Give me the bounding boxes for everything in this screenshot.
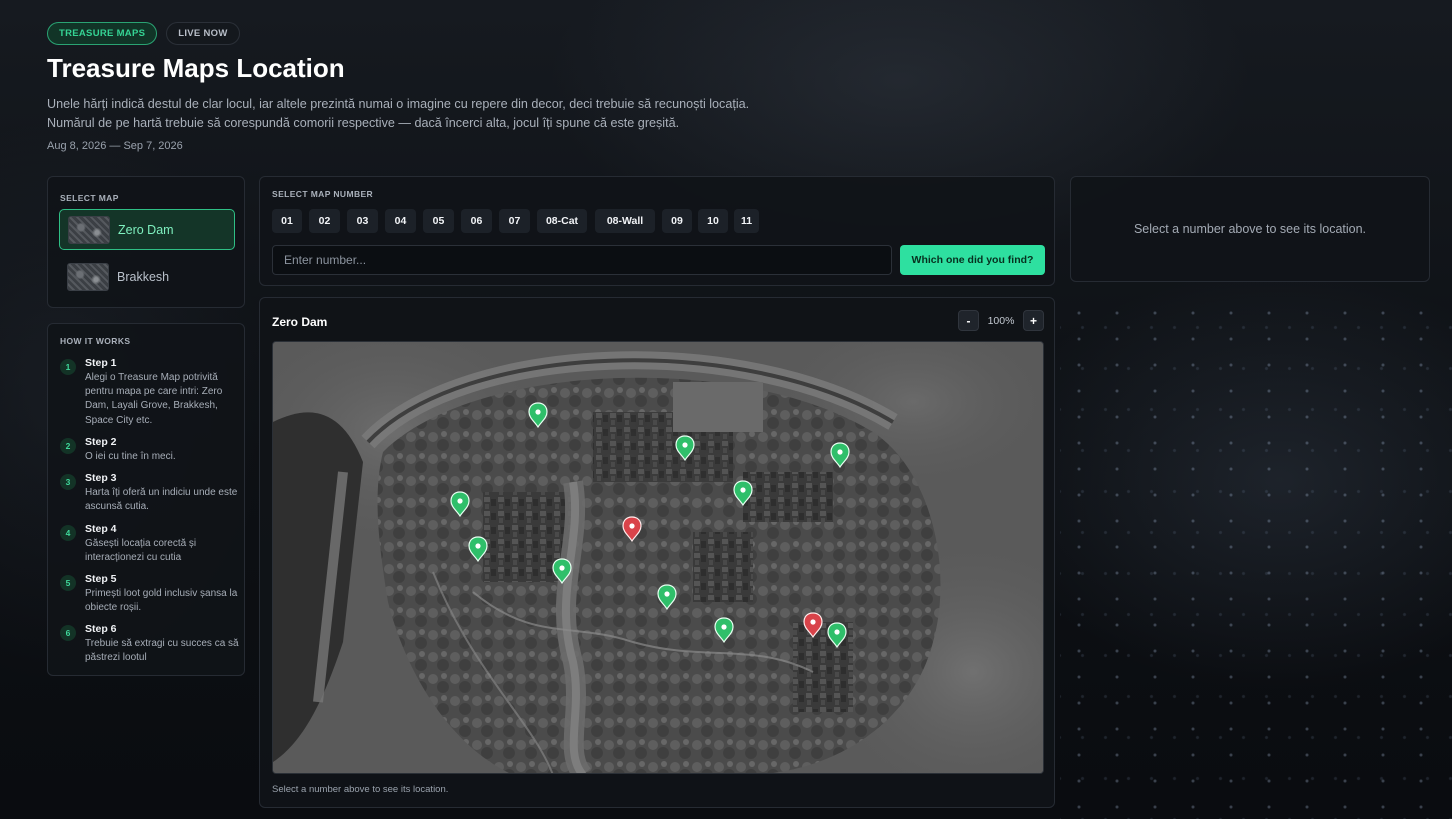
event-dates: Aug 8, 2026 — Sep 7, 2026 — [47, 140, 183, 152]
map-marker-red[interactable] — [803, 612, 823, 639]
map-view-panel: Zero Dam - 100% + Select a number above … — [259, 297, 1055, 808]
select-map-number-label: SELECT MAP NUMBER — [272, 189, 374, 199]
map-marker-green[interactable] — [450, 491, 470, 518]
number-chip-08-cat[interactable]: 08-Cat — [537, 209, 587, 233]
step-number: 6 — [60, 625, 76, 641]
number-chip-04[interactable]: 04 — [385, 209, 416, 233]
page-description: Unele hărți indică destul de clar locul,… — [47, 97, 750, 130]
step-number: 1 — [60, 359, 76, 375]
map-marker-green[interactable] — [830, 442, 850, 469]
header-badges: TREASURE MAPS LIVE NOW — [47, 22, 240, 45]
map-marker-red[interactable] — [622, 516, 642, 543]
location-info-panel: Select a number above to see its locatio… — [1070, 176, 1430, 282]
map-option-label: Brakkesh — [117, 269, 170, 284]
step-title: Step 6 — [85, 623, 117, 635]
step-text: Primești loot gold inclusiv șansa la obi… — [85, 588, 238, 614]
step-title: Step 5 — [85, 573, 117, 585]
number-chip-11[interactable]: 11 — [734, 209, 759, 233]
number-chip-07[interactable]: 07 — [499, 209, 530, 233]
step-text: Trebuie să extragi cu succes ca să păstr… — [85, 638, 239, 664]
which-one-did-you-find-button[interactable]: Which one did you find? — [900, 245, 1045, 275]
step-text: O iei cu tine în meci. — [85, 451, 176, 462]
background-city-lights — [1060, 300, 1452, 819]
number-chip-10[interactable]: 10 — [698, 209, 728, 233]
map-number-input[interactable] — [272, 245, 892, 275]
map-marker-green[interactable] — [552, 558, 572, 585]
number-chip-05[interactable]: 05 — [423, 209, 454, 233]
live-now-badge: LIVE NOW — [166, 22, 240, 45]
zoom-controls: - 100% + — [958, 310, 1044, 331]
map-markers-layer — [450, 402, 850, 649]
step-number: 3 — [60, 474, 76, 490]
map-marker-green[interactable] — [657, 584, 677, 611]
number-chip-08-wall[interactable]: 08-Wall — [595, 209, 655, 233]
how-it-works-panel: HOW IT WORKS 1 Step 1 Alegi o Treasure M… — [47, 323, 245, 676]
map-thumbnail — [68, 215, 110, 244]
step-text: Harta îți oferă un indiciu unde este asc… — [85, 487, 238, 513]
map-option-label: Zero Dam — [118, 222, 174, 237]
map-marker-green[interactable] — [528, 402, 548, 429]
number-chip-03[interactable]: 03 — [347, 209, 378, 233]
map-canvas[interactable] — [272, 341, 1044, 774]
select-map-label: SELECT MAP — [60, 193, 119, 203]
map-caption: Select a number above to see its locatio… — [272, 784, 449, 795]
step-number: 2 — [60, 438, 76, 454]
map-marker-green[interactable] — [733, 480, 753, 507]
how-it-works-label: HOW IT WORKS — [60, 336, 131, 346]
zoom-out-button[interactable]: - — [958, 310, 979, 331]
step-title: Step 1 — [85, 357, 117, 369]
map-thumbnail — [67, 262, 109, 291]
number-chip-01[interactable]: 01 — [272, 209, 302, 233]
map-marker-green[interactable] — [468, 536, 488, 563]
map-view-title: Zero Dam — [272, 315, 328, 329]
step-title: Step 2 — [85, 436, 117, 448]
number-chip-06[interactable]: 06 — [461, 209, 492, 233]
step-title: Step 3 — [85, 472, 117, 484]
map-number-panel: SELECT MAP NUMBER 01 02 03 04 05 06 07 0… — [259, 176, 1055, 286]
step-text: Alegi o Treasure Map potrivită pentru ma… — [85, 372, 223, 426]
step-number: 5 — [60, 575, 76, 591]
map-marker-green[interactable] — [675, 435, 695, 462]
map-option-brakkesh[interactable]: Brakkesh — [59, 256, 235, 297]
map-marker-green[interactable] — [827, 622, 847, 649]
treasure-maps-badge[interactable]: TREASURE MAPS — [47, 22, 158, 45]
map-option-zero-dam[interactable]: Zero Dam — [59, 209, 235, 250]
map-marker-green[interactable] — [714, 617, 734, 644]
step-number: 4 — [60, 525, 76, 541]
step-text: Găsești locația corectă și interacționez… — [85, 538, 197, 564]
select-map-panel: SELECT MAP Zero Dam Brakkesh — [47, 176, 245, 308]
page-title: Treasure Maps Location — [47, 53, 345, 83]
number-chip-09[interactable]: 09 — [662, 209, 692, 233]
location-info-message: Select a number above to see its locatio… — [1133, 222, 1367, 236]
number-chip-02[interactable]: 02 — [309, 209, 340, 233]
zoom-in-button[interactable]: + — [1023, 310, 1044, 331]
zoom-level: 100% — [987, 314, 1015, 327]
step-title: Step 4 — [85, 523, 117, 535]
